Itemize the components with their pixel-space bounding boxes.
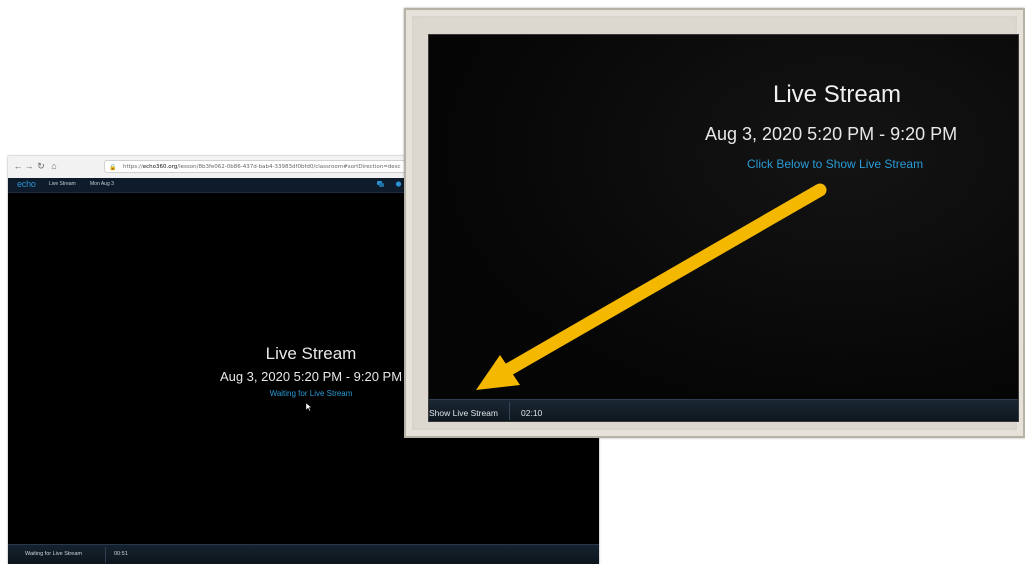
zoom-frame: Live Stream Aug 3, 2020 5:20 PM - 9:20 P… bbox=[404, 8, 1025, 438]
url-path: /lesson/8b3fe062-0b86-437d-bab4-33983df0… bbox=[177, 164, 401, 170]
forward-icon[interactable]: → bbox=[24, 161, 34, 171]
url-host: echo360.org bbox=[142, 164, 178, 170]
elapsed-time: 00:51 bbox=[114, 551, 128, 557]
waiting-live-stream-button[interactable]: Waiting for Live Stream bbox=[25, 551, 82, 557]
echo-logo[interactable]: echo bbox=[17, 179, 36, 189]
mouse-cursor-icon bbox=[306, 403, 312, 411]
home-icon[interactable]: ⌂ bbox=[49, 161, 59, 171]
zoom-player-screen: Live Stream Aug 3, 2020 5:20 PM - 9:20 P… bbox=[428, 34, 1019, 422]
control-divider bbox=[105, 547, 106, 563]
nav-live-stream[interactable]: Live Stream bbox=[49, 181, 76, 187]
zoom-stream-date-range: Aug 3, 2020 5:20 PM - 9:20 PM bbox=[705, 124, 958, 144]
lock-icon: 🔒 bbox=[109, 164, 117, 171]
back-icon[interactable]: ← bbox=[13, 161, 23, 171]
show-live-stream-button[interactable]: Show Live Stream bbox=[429, 408, 498, 418]
nav-date: Mon Aug 3 bbox=[90, 181, 114, 187]
settings-icon[interactable] bbox=[395, 181, 402, 187]
zoom-player-controls: Show Live Stream 02:10 bbox=[429, 399, 1018, 421]
address-bar[interactable]: 🔒 https://echo360.org/lesson/8b3fe062-0b… bbox=[104, 160, 414, 173]
zoom-control-divider bbox=[509, 402, 510, 420]
chat-icon[interactable] bbox=[377, 181, 384, 187]
zoom-stream-title: Live Stream bbox=[773, 81, 902, 108]
player-controls: Waiting for Live Stream 00:51 bbox=[8, 544, 599, 564]
reload-icon[interactable]: ↻ bbox=[36, 161, 46, 171]
url-prefix: https:// bbox=[123, 164, 143, 170]
zoom-elapsed-time: 02:10 bbox=[521, 408, 543, 418]
show-stream-hint-link[interactable]: Click Below to Show Live Stream bbox=[747, 157, 923, 171]
